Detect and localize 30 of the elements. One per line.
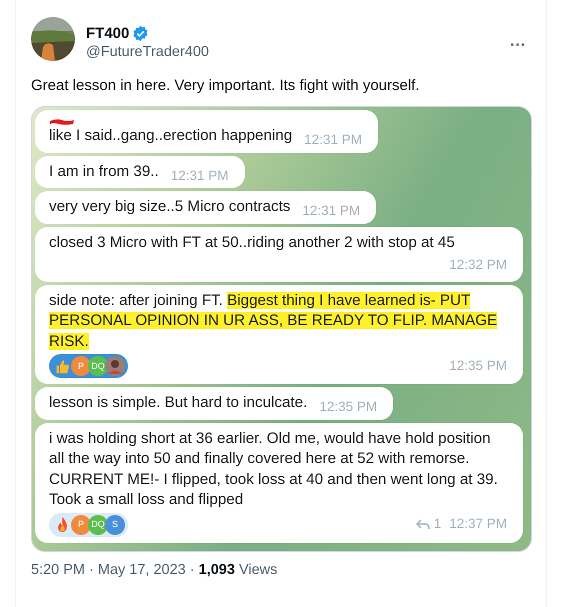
message-text: closed 3 Micro with FT at 50..riding another 2 with stop at 45 xyxy=(49,232,455,252)
author-handle[interactable]: @FutureTrader400 xyxy=(86,44,494,60)
reaction-pill[interactable]: P DQ S xyxy=(49,512,128,536)
message-time: 12:35 PM xyxy=(449,356,507,375)
tweet-text: Great lesson in here. Very important. Its fight with yourself. xyxy=(31,77,421,94)
message-text: side note: after joining FT. Biggest thing I have learned is- PUT PERSONAL OPINION IN UR ASS, BE READY TO FLIP. MANAGE RISK. xyxy=(49,290,498,352)
message-time: 12:31 PM xyxy=(302,202,360,220)
reply-count: 1 xyxy=(434,515,442,534)
reactor-avatar: DQ xyxy=(88,514,108,534)
message-text: very very big size..5 Micro contracts xyxy=(49,197,290,217)
message-text: I am in from 39.. xyxy=(49,162,159,182)
message-time: 12:31 PM xyxy=(170,166,229,184)
avatar[interactable] xyxy=(31,17,75,61)
post-meta: 5:20 PM · May 17, 2023 · 1,093 Views xyxy=(31,562,278,578)
thumbs-up-icon xyxy=(54,358,71,374)
reactor-avatar: S xyxy=(105,514,125,534)
message-text: i was holding short at 36 earlier. Old me, would have hold position all the way into 50 and finally covered here at 52 with remorse. CURRENT ME!- I flipped, took loss at 40 and then went long at 39. Took a small loss and flipped xyxy=(49,428,499,510)
message-text: lesson is simple. But hard to inculcate. xyxy=(49,393,308,413)
message-time: 12:31 PM xyxy=(304,131,362,149)
message-time: 12:37 PM xyxy=(449,515,507,534)
author-name[interactable]: FT400 xyxy=(86,25,130,42)
reactor-avatar: P xyxy=(71,514,91,534)
reply-icon xyxy=(416,518,430,530)
message-text: like I said..gang..erection happening xyxy=(49,126,292,146)
message-time: 12:35 PM xyxy=(319,398,378,416)
more-button[interactable]: ··· xyxy=(504,33,532,59)
reactor-avatar: P xyxy=(71,356,91,376)
reactor-avatar xyxy=(105,356,125,376)
reactor-avatar: DQ xyxy=(88,356,108,376)
message-time: 12:32 PM xyxy=(449,256,507,274)
